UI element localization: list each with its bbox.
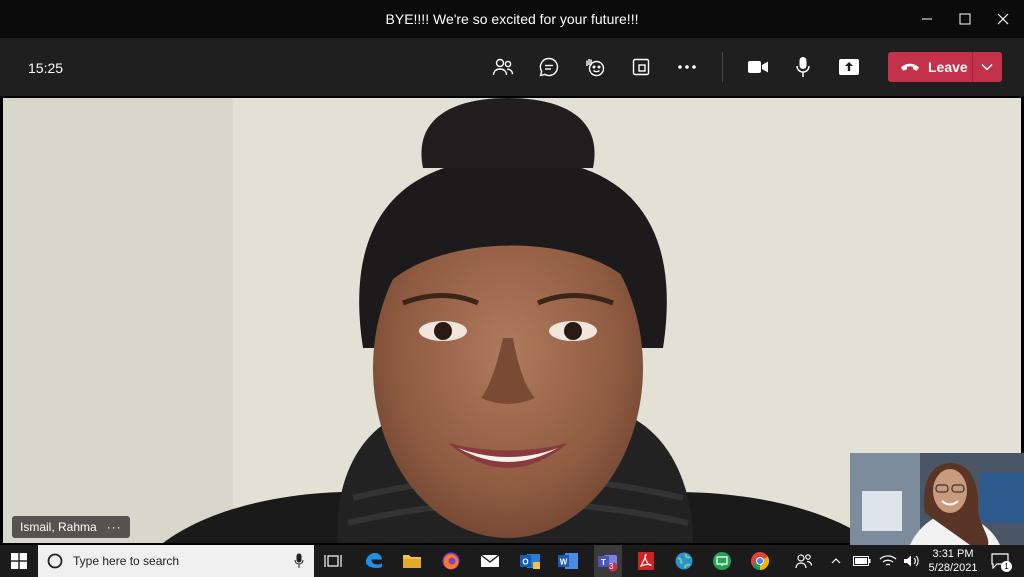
more-icon	[678, 65, 696, 69]
rooms-button[interactable]	[626, 52, 656, 82]
svg-text:O: O	[522, 558, 528, 567]
chevron-down-icon	[981, 63, 993, 71]
taskbar-time[interactable]: 3:31 PM	[924, 548, 982, 560]
action-center-button[interactable]: 1	[988, 549, 1012, 573]
taskbar-screen-share-app[interactable]	[710, 549, 734, 573]
toolbar-divider	[722, 52, 723, 82]
taskbar-date[interactable]: 5/28/2021	[924, 562, 982, 574]
wifi-icon	[879, 555, 897, 566]
chat-icon	[539, 57, 559, 77]
participants-button[interactable]	[488, 52, 518, 82]
svg-text:W: W	[560, 558, 568, 567]
green-monitor-icon	[713, 552, 731, 570]
minimize-icon	[922, 18, 932, 20]
leave-label: Leave	[928, 59, 968, 75]
people-icon	[492, 58, 514, 76]
taskbar-mail[interactable]	[478, 549, 502, 573]
battery-indicator[interactable]	[850, 549, 874, 573]
camera-button[interactable]	[743, 52, 773, 82]
acrobat-pdf-icon	[638, 552, 654, 570]
word-icon: W	[558, 553, 578, 569]
people-icon	[795, 554, 813, 569]
taskbar-search-box[interactable]: Type here to search	[38, 545, 314, 577]
reactions-button[interactable]	[580, 52, 610, 82]
teams-icon: T	[598, 555, 618, 572]
task-view-icon	[324, 555, 342, 567]
maximize-button[interactable]	[946, 0, 984, 38]
chrome-icon	[751, 552, 770, 570]
breakout-rooms-icon	[632, 58, 650, 76]
battery-icon	[853, 556, 871, 566]
windows-logo-icon	[11, 553, 27, 569]
taskbar-file-explorer[interactable]	[400, 549, 424, 573]
title-bar: BYE!!!! We're so excited for your future…	[0, 0, 1024, 38]
taskbar-outlook[interactable]: O	[518, 549, 542, 573]
maximize-icon	[959, 13, 971, 25]
folder-icon	[403, 555, 421, 568]
microphone-icon	[796, 57, 810, 77]
mail-icon	[480, 554, 500, 567]
chat-button[interactable]	[534, 52, 564, 82]
windows-taskbar: Type here to search O W T 3 3:31 PM 5/28…	[0, 545, 1024, 577]
taskbar-network-app[interactable]	[672, 549, 696, 573]
taskbar-word[interactable]: W	[556, 549, 580, 573]
volume-indicator[interactable]	[900, 549, 924, 573]
taskbar-chrome[interactable]	[748, 549, 772, 573]
main-video-stage: Ismail, Rahma ···	[0, 96, 1024, 545]
edge-browser-icon	[366, 553, 382, 568]
show-hidden-icons-button[interactable]	[824, 549, 848, 573]
search-placeholder: Type here to search	[73, 554, 180, 568]
notification-count-badge: 1	[1001, 561, 1012, 572]
chevron-up-icon	[831, 558, 841, 564]
share-screen-icon	[839, 59, 859, 75]
close-icon	[997, 13, 1009, 25]
globe-icon	[675, 552, 693, 570]
window-title: BYE!!!! We're so excited for your future…	[385, 11, 639, 27]
outlook-icon: O	[520, 554, 540, 569]
video-camera-icon	[748, 61, 768, 73]
hang-up-icon	[901, 63, 919, 71]
taskbar-teams[interactable]: T 3	[594, 545, 622, 577]
task-view-button[interactable]	[321, 549, 345, 573]
close-button[interactable]	[984, 0, 1022, 38]
more-actions-button[interactable]	[672, 52, 702, 82]
participant-more-options[interactable]: ···	[107, 520, 122, 534]
network-indicator[interactable]	[876, 549, 900, 573]
svg-text:T: T	[601, 558, 606, 567]
firefox-icon	[442, 552, 460, 570]
participant-name: Ismail, Rahma	[20, 520, 97, 534]
leave-main[interactable]: Leave	[888, 52, 972, 82]
minimize-button[interactable]	[908, 0, 946, 38]
meeting-toolbar: 15:25 Leave	[0, 38, 1024, 96]
speaker-icon	[904, 555, 919, 567]
taskbar-edge[interactable]	[362, 549, 386, 573]
microphone-icon[interactable]	[294, 553, 304, 569]
share-screen-button[interactable]	[834, 52, 864, 82]
taskbar-firefox[interactable]	[439, 549, 463, 573]
taskbar-acrobat[interactable]	[634, 549, 658, 573]
participant-nameplate[interactable]: Ismail, Rahma ···	[12, 516, 130, 538]
self-view-video[interactable]	[850, 453, 1024, 545]
start-button[interactable]	[0, 545, 38, 577]
cortana-circle-icon	[47, 553, 63, 569]
microphone-button[interactable]	[788, 52, 818, 82]
meeting-duration: 15:25	[28, 60, 64, 76]
leave-button[interactable]: Leave	[888, 52, 1002, 82]
people-button[interactable]	[792, 549, 816, 573]
leave-options-button[interactable]	[972, 52, 1002, 82]
teams-badge-count: 3	[609, 562, 614, 571]
self-view-feed	[850, 453, 1024, 545]
raise-hand-icon	[586, 59, 605, 77]
